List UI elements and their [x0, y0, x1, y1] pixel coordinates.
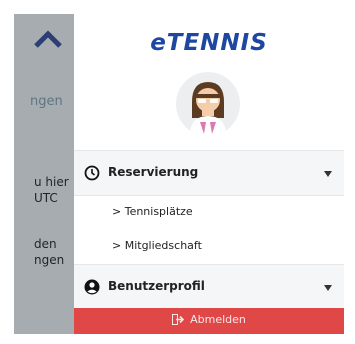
sign-out-icon: [172, 314, 185, 325]
user-circle-icon: [84, 279, 100, 295]
logout-label: Abmelden: [190, 313, 246, 326]
logout-button-content: Abmelden: [172, 313, 246, 326]
user-avatar-icon: [190, 82, 226, 136]
caret-down-icon: [324, 285, 332, 291]
menu-item-tennisplaetze[interactable]: > Tennisplätze: [74, 196, 344, 230]
menu-item-mitgliedschaft[interactable]: > Mitgliedschaft: [74, 230, 344, 264]
background-text-line: UTC: [34, 191, 58, 205]
background-text-line: u hier: [34, 175, 69, 189]
background-link: ngen: [30, 94, 63, 109]
menu-benutzerprofil[interactable]: Benutzerprofil: [74, 264, 344, 310]
menu-reservierung[interactable]: Reservierung: [74, 150, 344, 196]
menu-item-label: > Tennisplätze: [112, 205, 193, 218]
avatar[interactable]: [176, 72, 240, 136]
brand-logo: eTENNIS: [150, 30, 268, 56]
menu-item-label: > Mitgliedschaft: [112, 239, 202, 252]
background-page: ngen u hier UTC den ngen: [14, 14, 74, 334]
caret-down-icon: [324, 171, 332, 177]
background-text-line: ngen: [34, 253, 65, 267]
screen-frame: ngen u hier UTC den ngen eTENNIS Reservi…: [0, 0, 355, 344]
chevron-up-icon: [34, 30, 62, 48]
menu-benutzerprofil-label: Benutzerprofil: [108, 279, 205, 293]
menu-reservierung-label: Reservierung: [108, 165, 199, 179]
background-text-line: den: [34, 237, 57, 251]
clock-icon: [84, 165, 100, 181]
logout-button[interactable]: Abmelden: [74, 308, 344, 334]
side-menu-panel: eTENNIS Reservierung > Tennisplätze > Mi…: [74, 14, 344, 334]
